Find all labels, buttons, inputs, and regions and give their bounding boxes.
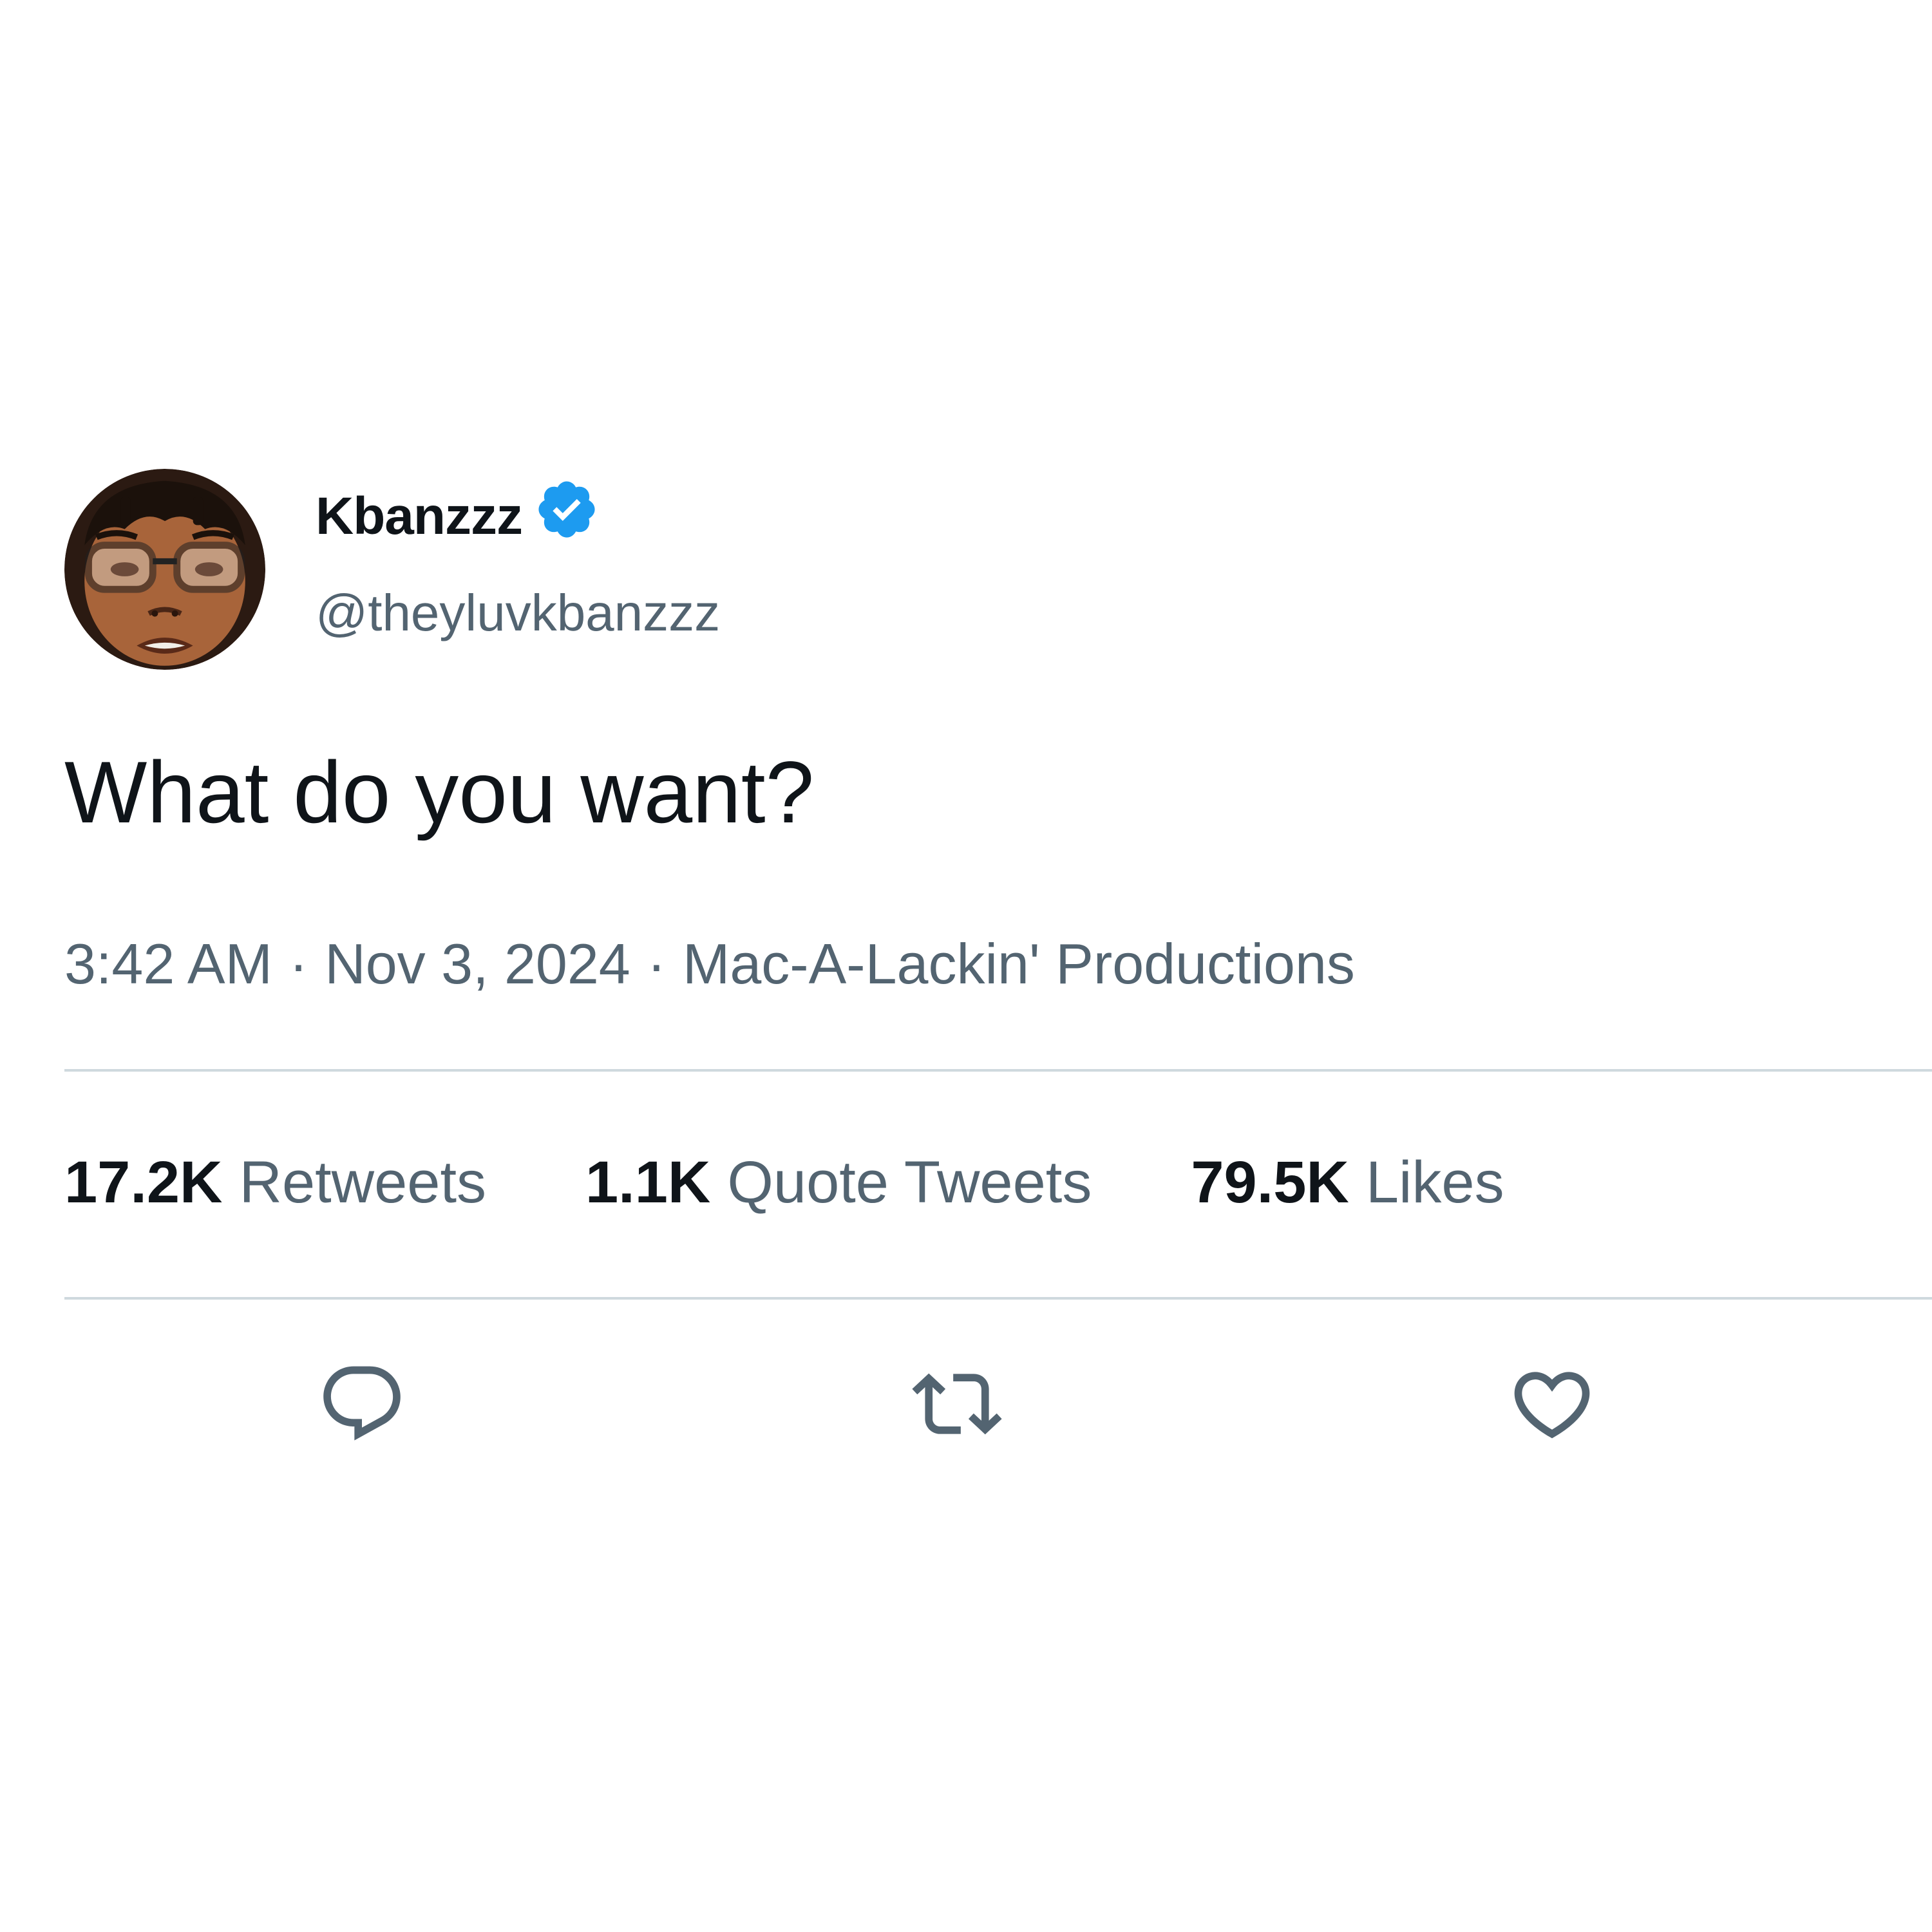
retweet-button[interactable] [912,1359,1002,1449]
tweet-meta: 3:42 AM · Nov 3, 2024 · Mac-A-Lackin' Pr… [64,931,1355,997]
retweet-icon [912,1373,1002,1435]
stat-value: 1.1K [585,1150,711,1215]
author-name-row[interactable]: Kbanzzz [316,481,600,549]
avatar[interactable] [64,469,265,670]
stat-value: 79.5K [1191,1150,1349,1215]
author-handle[interactable]: @theyluvkbanzzz [316,583,720,643]
retweets-stat[interactable]: 17.2K Retweets [64,1149,486,1217]
divider [64,1069,1932,1072]
reply-icon [323,1366,401,1441]
tweet-date[interactable]: Nov 3, 2024 [325,931,630,997]
likes-stat[interactable]: 79.5K Likes [1191,1149,1504,1217]
display-name[interactable]: Kbanzzz [316,486,523,547]
stat-label: Quote Tweets [727,1150,1092,1215]
like-icon [1514,1372,1590,1439]
tweet-text: What do you want? [64,743,815,841]
tweet-time[interactable]: 3:42 AM [64,931,272,997]
tweet-stats: 17.2K Retweets 1.1K Quote Tweets 79.5K L… [64,1149,1604,1217]
avatar-cartoon-image [64,469,265,670]
tweet-card: Kbanzzz @theyluvkbanzzz What do you want… [0,0,1932,1932]
divider [64,1297,1932,1300]
like-button[interactable] [1507,1359,1597,1449]
stat-label: Retweets [239,1150,487,1215]
tweet-source[interactable]: Mac-A-Lackin' Productions [683,931,1355,997]
meta-separator: · [647,932,667,996]
quote-tweets-stat[interactable]: 1.1K Quote Tweets [585,1149,1092,1217]
reply-button[interactable] [317,1359,407,1449]
meta-separator: · [289,932,308,996]
stat-value: 17.2K [64,1150,223,1215]
stat-label: Likes [1365,1150,1504,1215]
verified-badge-icon [538,481,595,538]
